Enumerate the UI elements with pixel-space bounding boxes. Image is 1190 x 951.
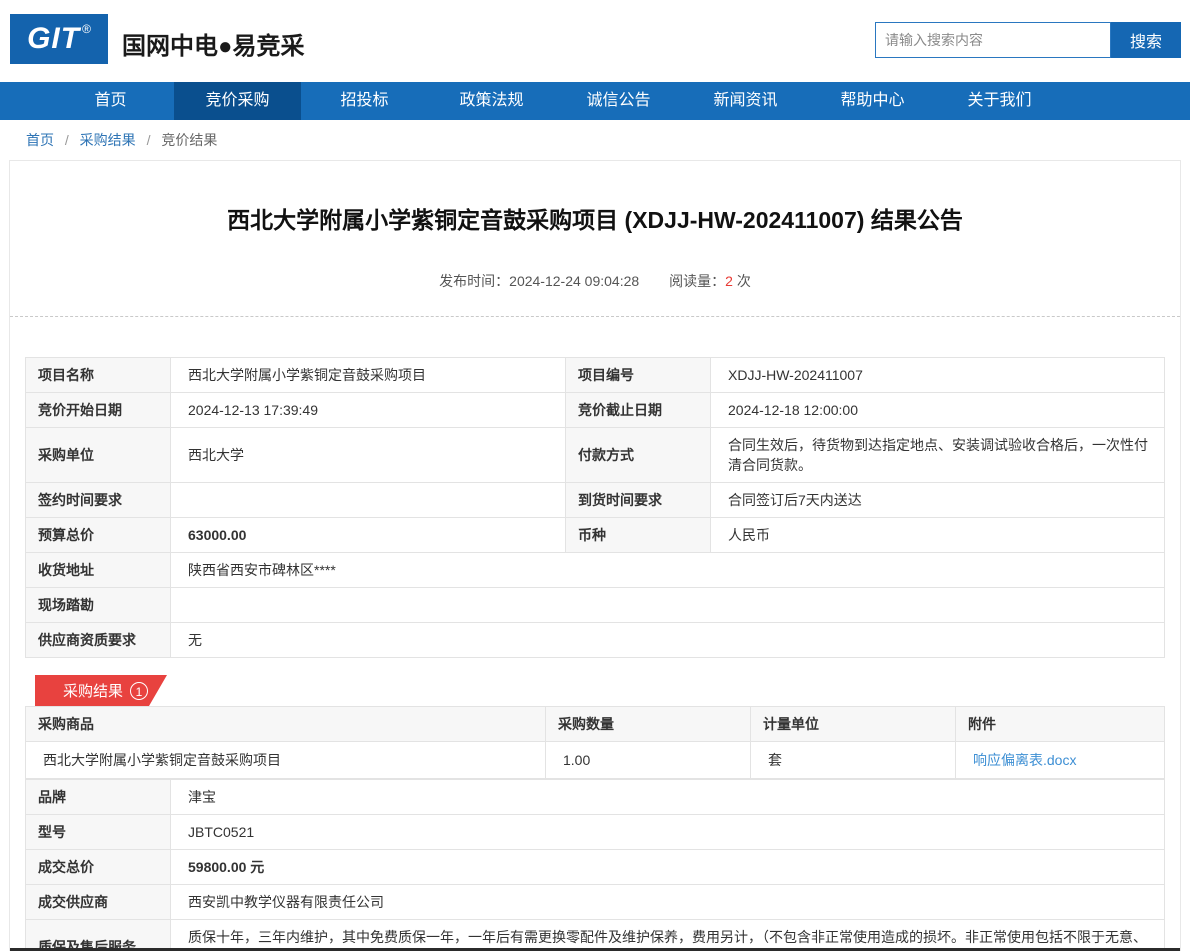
info-value: 陕西省西安市碑林区**** — [171, 553, 1165, 588]
winning-supplier-value: 西安凯中教学仪器有限责任公司 — [171, 885, 1165, 920]
page: GIT ® 国网中电●易竞采 搜索 首页 竞价采购 招投标 政策法规 诚信公告 … — [0, 0, 1190, 951]
nav-item-bidding-purchase[interactable]: 竞价采购 — [174, 82, 301, 120]
search-button[interactable]: 搜索 — [1111, 22, 1181, 58]
info-value: 合同签订后7天内送达 — [711, 483, 1165, 518]
info-label: 现场踏勘 — [26, 588, 171, 623]
table-row: 签约时间要求 到货时间要求 合同签订后7天内送达 — [26, 483, 1165, 518]
info-value — [171, 483, 566, 518]
detail-label: 型号 — [26, 815, 171, 850]
info-value: 2024-12-13 17:39:49 — [171, 393, 566, 428]
nav-item-tendering[interactable]: 招投标 — [301, 82, 428, 120]
product-quantity: 1.00 — [546, 742, 751, 779]
info-label: 预算总价 — [26, 518, 171, 553]
result-detail-table: 品牌 津宝 型号 JBTC0521 成交总价 59800.00 元 成交供应商 … — [25, 779, 1165, 951]
detail-label: 成交总价 — [26, 850, 171, 885]
warranty-service-value: 质保十年，三年内维护，其中免费质保一年，一年后有需更换零配件及维护保养，费用另计… — [171, 920, 1165, 951]
info-value: 合同生效后，待货物到达指定地点、安装调试验收合格后，一次性付清合同货款。 — [711, 428, 1165, 483]
table-row: 成交供应商 西安凯中教学仪器有限责任公司 — [26, 885, 1165, 920]
product-unit: 套 — [751, 742, 956, 779]
nav-item-about-us[interactable]: 关于我们 — [936, 82, 1063, 120]
table-row: 供应商资质要求 无 — [26, 623, 1165, 658]
breadcrumb-purchase-results[interactable]: 采购结果 — [80, 132, 136, 148]
nav-item-home[interactable]: 首页 — [47, 82, 174, 120]
result-count-badge: 1 — [130, 682, 148, 700]
deal-total-price-value: 59800.00 元 — [171, 850, 1165, 885]
site-name: 国网中电●易竞采 — [122, 26, 305, 61]
info-label: 采购单位 — [26, 428, 171, 483]
dashed-divider — [10, 316, 1180, 317]
model-value: JBTC0521 — [171, 815, 1165, 850]
logo-git-text: GIT — [27, 22, 80, 56]
site-logo[interactable]: GIT ® — [10, 14, 108, 64]
info-label: 到货时间要求 — [566, 483, 711, 518]
table-row: 采购单位 西北大学 付款方式 合同生效后，待货物到达指定地点、安装调试验收合格后… — [26, 428, 1165, 483]
breadcrumb-separator: / — [65, 132, 69, 148]
table-row: 预算总价 63000.00 币种 人民币 — [26, 518, 1165, 553]
info-value: 2024-12-18 12:00:00 — [711, 393, 1165, 428]
views-label: 阅读量： — [669, 273, 725, 289]
attachment-link[interactable]: 响应偏离表.docx — [973, 752, 1076, 768]
col-header-quantity: 采购数量 — [546, 707, 751, 742]
site-header: GIT ® 国网中电●易竞采 搜索 — [0, 0, 1190, 82]
breadcrumb-separator: / — [147, 132, 151, 148]
col-header-unit: 计量单位 — [751, 707, 956, 742]
budget-total-value: 63000.00 — [171, 518, 566, 553]
info-label: 付款方式 — [566, 428, 711, 483]
publish-time-label: 发布时间： — [439, 273, 509, 289]
table-row: 质保及售后服务 质保十年，三年内维护，其中免费质保一年，一年后有需更换零配件及维… — [26, 920, 1165, 951]
info-label: 项目编号 — [566, 358, 711, 393]
page-title: 西北大学附属小学紫铜定音鼓采购项目 (XDJJ-HW-202411007) 结果… — [10, 201, 1180, 235]
info-value: 西北大学 — [171, 428, 566, 483]
breadcrumb-current: 竞价结果 — [161, 132, 217, 148]
search-bar: 搜索 — [875, 22, 1181, 58]
info-value: XDJJ-HW-202411007 — [711, 358, 1165, 393]
detail-label: 成交供应商 — [26, 885, 171, 920]
result-tag-label: 采购结果 — [63, 680, 123, 701]
result-section-tag: 采购结果 1 — [35, 675, 167, 706]
table-row: 型号 JBTC0521 — [26, 815, 1165, 850]
views-unit: 次 — [737, 273, 751, 289]
product-name: 西北大学附属小学紫铜定音鼓采购项目 — [26, 742, 546, 779]
table-row: 成交总价 59800.00 元 — [26, 850, 1165, 885]
info-label: 供应商资质要求 — [26, 623, 171, 658]
info-value: 无 — [171, 623, 1165, 658]
publish-time-value: 2024-12-24 09:04:28 — [509, 273, 639, 289]
search-input[interactable] — [875, 22, 1111, 58]
article-meta: 发布时间：2024-12-24 09:04:28 阅读量：2 次 — [10, 271, 1180, 291]
logo-registered-icon: ® — [82, 22, 91, 36]
product-table: 采购商品 采购数量 计量单位 附件 西北大学附属小学紫铜定音鼓采购项目 1.00… — [25, 706, 1165, 779]
nav-item-integrity-notice[interactable]: 诚信公告 — [555, 82, 682, 120]
detail-label: 品牌 — [26, 780, 171, 815]
table-row: 竞价开始日期 2024-12-13 17:39:49 竞价截止日期 2024-1… — [26, 393, 1165, 428]
table-row: 品牌 津宝 — [26, 780, 1165, 815]
views-count: 2 — [725, 273, 733, 289]
table-row: 西北大学附属小学紫铜定音鼓采购项目 1.00 套 响应偏离表.docx — [26, 742, 1165, 779]
info-label: 竞价开始日期 — [26, 393, 171, 428]
brand-value: 津宝 — [171, 780, 1165, 815]
info-label: 收货地址 — [26, 553, 171, 588]
nav-item-news[interactable]: 新闻资讯 — [682, 82, 809, 120]
table-row: 收货地址 陕西省西安市碑林区**** — [26, 553, 1165, 588]
col-header-product: 采购商品 — [26, 707, 546, 742]
table-header-row: 采购商品 采购数量 计量单位 附件 — [26, 707, 1165, 742]
main-nav: 首页 竞价采购 招投标 政策法规 诚信公告 新闻资讯 帮助中心 关于我们 — [0, 82, 1190, 120]
table-row: 项目名称 西北大学附属小学紫铜定音鼓采购项目 项目编号 XDJJ-HW-2024… — [26, 358, 1165, 393]
col-header-attachment: 附件 — [956, 707, 1165, 742]
info-label: 签约时间要求 — [26, 483, 171, 518]
info-value — [171, 588, 1165, 623]
nav-item-help-center[interactable]: 帮助中心 — [809, 82, 936, 120]
project-info-table: 项目名称 西北大学附属小学紫铜定音鼓采购项目 项目编号 XDJJ-HW-2024… — [25, 357, 1165, 658]
nav-item-policies[interactable]: 政策法规 — [428, 82, 555, 120]
info-label: 项目名称 — [26, 358, 171, 393]
info-value: 人民币 — [711, 518, 1165, 553]
detail-label: 质保及售后服务 — [26, 920, 171, 951]
breadcrumb-home[interactable]: 首页 — [26, 132, 54, 148]
table-row: 现场踏勘 — [26, 588, 1165, 623]
info-label: 币种 — [566, 518, 711, 553]
info-value: 西北大学附属小学紫铜定音鼓采购项目 — [171, 358, 566, 393]
breadcrumb: 首页 / 采购结果 / 竞价结果 — [0, 120, 1190, 160]
info-label: 竞价截止日期 — [566, 393, 711, 428]
content-panel: 西北大学附属小学紫铜定音鼓采购项目 (XDJJ-HW-202411007) 结果… — [9, 160, 1181, 951]
